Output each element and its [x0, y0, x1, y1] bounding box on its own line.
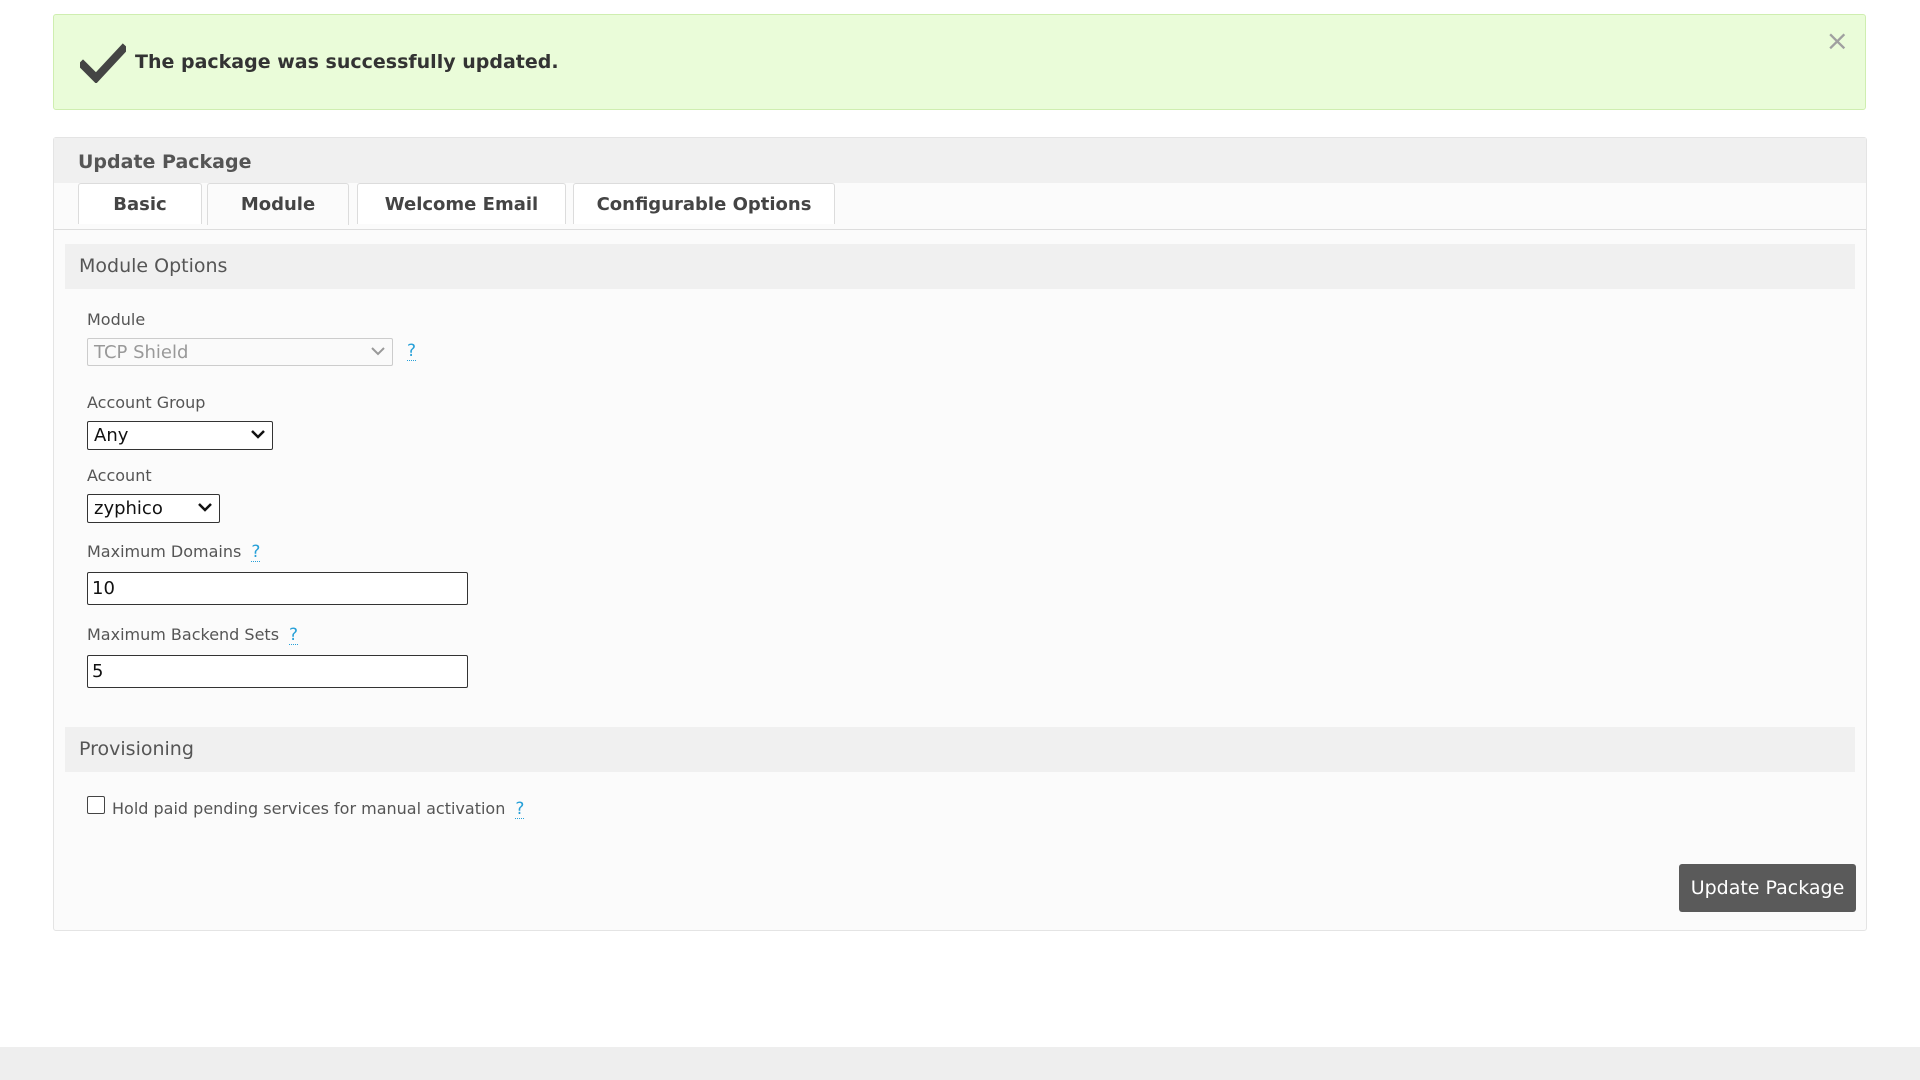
update-package-panel: Update Package Basic Module Welcome Emai… [53, 137, 1867, 931]
maximum-backend-sets-help-icon[interactable]: ? [289, 627, 299, 645]
maximum-domains-label-text: Maximum Domains [87, 542, 242, 561]
hold-manual-activation-text: Hold paid pending services for manual ac… [112, 799, 506, 818]
module-options-title: Module Options [79, 255, 228, 277]
account-select[interactable]: zyphico [87, 494, 220, 523]
chevron-down-icon [371, 347, 385, 356]
maximum-domains-input[interactable] [87, 572, 468, 605]
tab-basic[interactable]: Basic [78, 183, 202, 224]
maximum-domains-label: Maximum Domains? [87, 542, 261, 562]
hold-manual-activation-checkbox[interactable] [87, 796, 105, 814]
success-alert: The package was successfully updated. × [53, 14, 1866, 110]
module-help-icon[interactable]: ? [407, 343, 417, 361]
tab-module[interactable]: Module [207, 183, 349, 225]
hold-manual-activation-label: Hold paid pending services for manual ac… [112, 799, 525, 819]
panel-header: Update Package [54, 138, 1866, 183]
chevron-down-icon [251, 430, 265, 439]
panel-title: Update Package [78, 151, 252, 173]
module-options-header: Module Options [65, 244, 1855, 289]
page-footer [0, 1047, 1920, 1080]
update-package-button[interactable]: Update Package [1679, 864, 1856, 912]
tab-configurable-options[interactable]: Configurable Options [573, 183, 835, 224]
chevron-down-icon [198, 503, 212, 512]
account-group-label: Account Group [87, 393, 206, 412]
maximum-backend-sets-label-text: Maximum Backend Sets [87, 625, 280, 644]
account-group-value: Any [94, 425, 129, 446]
module-select[interactable]: TCP Shield [87, 338, 393, 366]
hold-manual-activation-help-icon[interactable]: ? [515, 801, 525, 819]
maximum-backend-sets-input[interactable] [87, 655, 468, 688]
provisioning-header: Provisioning [65, 727, 1855, 772]
tab-welcome-email[interactable]: Welcome Email [357, 183, 566, 224]
close-icon[interactable]: × [1826, 27, 1849, 55]
module-label: Module [87, 310, 146, 329]
provisioning-title: Provisioning [79, 738, 194, 760]
maximum-backend-sets-label: Maximum Backend Sets? [87, 625, 299, 645]
module-select-value: TCP Shield [94, 342, 189, 363]
alert-message: The package was successfully updated. [135, 51, 559, 73]
account-value: zyphico [94, 498, 163, 519]
account-group-select[interactable]: Any [87, 421, 273, 450]
maximum-domains-help-icon[interactable]: ? [251, 544, 261, 562]
account-label: Account [87, 466, 152, 485]
checkmark-icon [80, 43, 126, 83]
